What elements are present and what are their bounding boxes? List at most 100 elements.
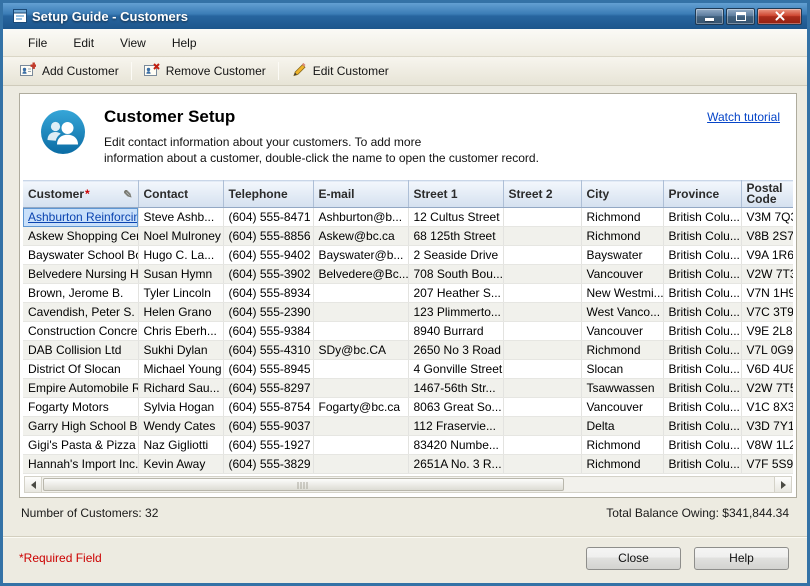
table-cell[interactable]: British Colu... <box>663 303 741 322</box>
table-cell[interactable]: (604) 555-8471 <box>223 208 313 227</box>
table-cell[interactable] <box>313 379 408 398</box>
table-cell[interactable]: British Colu... <box>663 341 741 360</box>
scroll-right-arrow[interactable] <box>774 477 791 492</box>
table-cell[interactable]: Wendy Cates <box>138 417 223 436</box>
table-cell[interactable]: Susan Hymn <box>138 265 223 284</box>
table-row[interactable]: Cavendish, Peter S.Helen Grano(604) 555-… <box>23 303 793 322</box>
table-cell[interactable] <box>503 246 581 265</box>
column-header-street2[interactable]: Street 2 <box>503 181 581 208</box>
menu-item-view[interactable]: View <box>107 31 159 55</box>
table-cell[interactable] <box>313 436 408 455</box>
table-cell[interactable]: Michael Young <box>138 360 223 379</box>
table-cell[interactable]: Ashburton@b... <box>313 208 408 227</box>
table-cell[interactable]: 123 Plimmerto... <box>408 303 503 322</box>
table-cell[interactable] <box>313 360 408 379</box>
table-cell[interactable] <box>313 455 408 474</box>
table-cell[interactable] <box>313 303 408 322</box>
table-cell[interactable]: Belvedere Nursing H... <box>23 265 138 284</box>
table-cell[interactable]: Fogarty Motors <box>23 398 138 417</box>
table-row[interactable]: Fogarty MotorsSylvia Hogan(604) 555-8754… <box>23 398 793 417</box>
table-cell[interactable]: V7F 5S9 <box>741 455 793 474</box>
table-row[interactable]: Hannah's Import Inc.Kevin Away(604) 555-… <box>23 455 793 474</box>
table-cell[interactable]: Bayswater <box>581 246 663 265</box>
table-cell[interactable]: V9E 2L8 <box>741 322 793 341</box>
table-cell[interactable]: Garry High School Bo... <box>23 417 138 436</box>
table-cell[interactable]: 12 Cultus Street <box>408 208 503 227</box>
table-cell[interactable]: 2 Seaside Drive <box>408 246 503 265</box>
table-row[interactable]: Bayswater School Bo...Hugo C. La...(604)… <box>23 246 793 265</box>
table-cell[interactable]: 2651A No. 3 R... <box>408 455 503 474</box>
table-cell[interactable] <box>313 322 408 341</box>
table-cell[interactable]: Richmond <box>581 436 663 455</box>
table-cell[interactable]: British Colu... <box>663 265 741 284</box>
table-row[interactable]: Gigi's Pasta & PizzaNaz Gigliotti(604) 5… <box>23 436 793 455</box>
table-row[interactable]: DAB Collision LtdSukhi Dylan(604) 555-43… <box>23 341 793 360</box>
table-cell[interactable]: Empire Automobile R... <box>23 379 138 398</box>
table-cell[interactable]: (604) 555-4310 <box>223 341 313 360</box>
table-row[interactable]: Garry High School Bo...Wendy Cates(604) … <box>23 417 793 436</box>
table-row[interactable]: Empire Automobile R...Richard Sau...(604… <box>23 379 793 398</box>
table-row[interactable]: Belvedere Nursing H...Susan Hymn(604) 55… <box>23 265 793 284</box>
table-cell[interactable]: (604) 555-8754 <box>223 398 313 417</box>
table-cell[interactable]: V7C 3T9 <box>741 303 793 322</box>
table-cell[interactable]: Tyler Lincoln <box>138 284 223 303</box>
table-cell[interactable]: Hugo C. La... <box>138 246 223 265</box>
column-header-city[interactable]: City <box>581 181 663 208</box>
table-cell[interactable]: British Colu... <box>663 379 741 398</box>
table-cell[interactable]: Sukhi Dylan <box>138 341 223 360</box>
table-row[interactable]: Construction Concre...Chris Eberh...(604… <box>23 322 793 341</box>
table-row[interactable]: District Of SlocanMichael Young(604) 555… <box>23 360 793 379</box>
remove-customer-button[interactable]: Remove Customer <box>135 59 275 84</box>
table-cell[interactable]: V7N 1H9 <box>741 284 793 303</box>
maximize-button[interactable] <box>726 8 755 25</box>
table-cell[interactable]: Richmond <box>581 208 663 227</box>
horizontal-scrollbar[interactable] <box>24 476 792 493</box>
table-cell[interactable]: New Westmi... <box>581 284 663 303</box>
column-header-customer[interactable]: Customer* ✎ <box>23 181 138 208</box>
table-cell[interactable]: Tsawwassen <box>581 379 663 398</box>
table-cell[interactable]: Vancouver <box>581 398 663 417</box>
close-button[interactable]: Close <box>586 547 681 570</box>
table-cell[interactable]: (604) 555-8297 <box>223 379 313 398</box>
table-cell[interactable]: V8B 2S7 <box>741 227 793 246</box>
table-cell[interactable]: Belvedere@Bc... <box>313 265 408 284</box>
table-cell[interactable]: V6D 4U8 <box>741 360 793 379</box>
table-cell[interactable]: (604) 555-8856 <box>223 227 313 246</box>
table-cell[interactable]: Noel Mulroney <box>138 227 223 246</box>
table-cell[interactable] <box>503 303 581 322</box>
table-cell[interactable]: (604) 555-9037 <box>223 417 313 436</box>
add-customer-button[interactable]: Add Customer <box>11 59 128 84</box>
table-cell[interactable]: Richard Sau... <box>138 379 223 398</box>
table-cell[interactable]: Richmond <box>581 455 663 474</box>
scrollbar-thumb[interactable] <box>43 478 564 491</box>
table-row[interactable]: Askew Shopping Cen...Noel Mulroney(604) … <box>23 227 793 246</box>
table-cell[interactable]: V8W 1L2 <box>741 436 793 455</box>
column-header-postal-code[interactable]: Postal Code <box>741 181 793 208</box>
table-cell[interactable]: 83420 Numbe... <box>408 436 503 455</box>
table-cell[interactable]: Sylvia Hogan <box>138 398 223 417</box>
table-cell[interactable]: British Colu... <box>663 436 741 455</box>
table-cell[interactable]: 207 Heather S... <box>408 284 503 303</box>
table-cell[interactable] <box>503 284 581 303</box>
table-cell[interactable]: Vancouver <box>581 265 663 284</box>
table-row[interactable]: Brown, Jerome B.Tyler Lincoln(604) 555-8… <box>23 284 793 303</box>
table-cell[interactable]: V3D 7Y1 <box>741 417 793 436</box>
column-header-telephone[interactable]: Telephone <box>223 181 313 208</box>
table-cell[interactable]: Naz Gigliotti <box>138 436 223 455</box>
table-cell[interactable]: Chris Eberh... <box>138 322 223 341</box>
table-cell[interactable]: Ashburton Reinforcing <box>23 208 138 227</box>
table-cell[interactable]: V2W 7T3 <box>741 265 793 284</box>
column-header-province[interactable]: Province <box>663 181 741 208</box>
table-cell[interactable] <box>503 360 581 379</box>
table-cell[interactable]: Slocan <box>581 360 663 379</box>
table-cell[interactable]: 1467-56th Str... <box>408 379 503 398</box>
table-cell[interactable]: 708 South Bou... <box>408 265 503 284</box>
table-cell[interactable]: Richmond <box>581 341 663 360</box>
table-cell[interactable]: Steve Ashb... <box>138 208 223 227</box>
table-cell[interactable]: British Colu... <box>663 227 741 246</box>
table-cell[interactable]: (604) 555-9384 <box>223 322 313 341</box>
scroll-left-arrow[interactable] <box>25 477 42 492</box>
watch-tutorial-link[interactable]: Watch tutorial <box>707 110 780 124</box>
table-cell[interactable] <box>503 398 581 417</box>
table-cell[interactable] <box>503 322 581 341</box>
